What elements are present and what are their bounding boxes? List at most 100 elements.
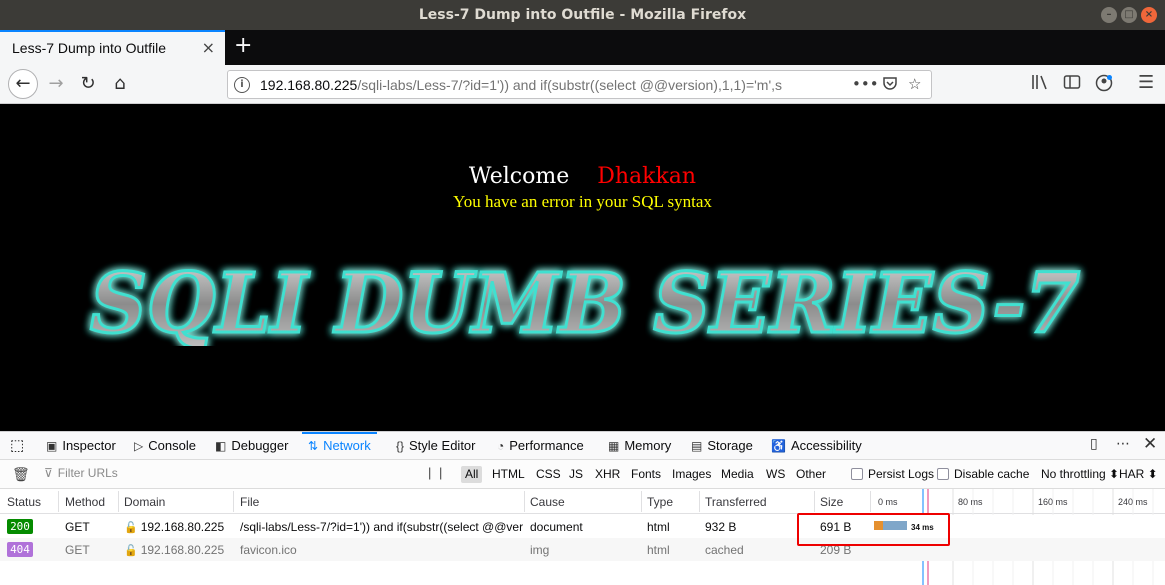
tab-performance[interactable]: ◔ Performance <box>497 432 584 460</box>
window-title: Less-7 Dump into Outfile - Mozilla Firef… <box>418 7 747 23</box>
column-type[interactable]: Type <box>647 495 673 509</box>
maximize-button[interactable]: □ <box>1121 7 1137 23</box>
navigation-toolbar: ← → ↻ ⌂ i 192.168.80.225/sqli-labs/Less-… <box>0 65 1165 104</box>
persist-logs-checkbox[interactable]: Persist Logs <box>851 467 934 481</box>
tab-console[interactable]: ▷ Console <box>134 432 196 460</box>
devtools-toolbar: ⬚ ▣ Inspector ▷ Console ◧ Debugger ⇅ Network… <box>0 432 1165 460</box>
banner-text: SQLI DUMB SERIES-7 <box>90 256 1080 346</box>
column-method[interactable]: Method <box>65 495 105 509</box>
tab-label: Less-7 Dump into Outfile <box>12 40 167 56</box>
disable-cache-box[interactable] <box>937 468 949 480</box>
sidebar-icon[interactable] <box>1063 74 1081 94</box>
window-controls: – □ × <box>1101 7 1157 23</box>
status-badge: 404 <box>7 542 33 557</box>
bookmark-star-icon[interactable]: ☆ <box>908 75 921 93</box>
new-tab-button[interactable]: + <box>234 33 252 58</box>
filter-fonts[interactable]: Fonts <box>627 466 665 483</box>
filter-images[interactable]: Images <box>668 466 715 483</box>
tab-debugger[interactable]: ◧ Debugger <box>215 432 288 460</box>
har-menu[interactable]: HAR ⬍ <box>1119 467 1158 481</box>
row-type: html <box>647 543 670 557</box>
filter-css[interactable]: CSS <box>532 466 565 483</box>
menu-icon[interactable]: ☰ <box>1138 72 1154 93</box>
persist-logs-box[interactable] <box>851 468 863 480</box>
filter-js[interactable]: JS <box>565 466 587 483</box>
url-fade <box>808 71 848 98</box>
row-cause: img <box>530 543 550 557</box>
column-cause[interactable]: Cause <box>530 495 565 509</box>
filter-media[interactable]: Media <box>717 466 758 483</box>
account-icon[interactable] <box>1095 74 1113 96</box>
performance-icon: ◔ <box>497 439 505 453</box>
row-method: GET <box>65 520 90 534</box>
sql-error-message: You have an error in your SQL syntax <box>453 192 712 211</box>
table-row[interactable]: 200 GET 🔓 192.168.80.225 /sqli-labs/Less-… <box>0 515 1165 538</box>
url-host: 192.168.80.225 <box>260 77 358 93</box>
row-domain: 🔓 192.168.80.225 <box>124 543 225 557</box>
url-bar[interactable]: i 192.168.80.225/sqli-labs/Less-7/?id=1'… <box>227 70 932 99</box>
tab-network[interactable]: ⇅ Network <box>302 432 377 460</box>
close-devtools-icon[interactable]: ✕ <box>1143 434 1157 454</box>
insecure-lock-icon: 🔓 <box>124 545 138 557</box>
row-method: GET <box>65 543 90 557</box>
network-filter-bar: 🗑 ⊽ Filter URLs | | All HTML CSS JS XHR F… <box>0 460 1165 489</box>
column-transferred[interactable]: Transferred <box>705 495 767 509</box>
filter-html[interactable]: HTML <box>488 466 529 483</box>
tab-close-icon[interactable]: × <box>202 38 215 57</box>
status-badge: 200 <box>7 519 33 534</box>
column-file[interactable]: File <box>240 495 259 509</box>
welcome-line: Welcome Dhakkan <box>0 164 1165 189</box>
row-domain: 🔓 192.168.80.225 <box>124 520 225 534</box>
row-cause: document <box>530 520 583 534</box>
filter-all[interactable]: All <box>461 466 483 483</box>
minimize-button[interactable]: – <box>1101 7 1117 23</box>
tab-strip: Less-7 Dump into Outfile × + <box>0 30 1165 65</box>
page-actions-icon[interactable]: ••• <box>852 75 879 93</box>
row-transferred: cached <box>705 543 744 557</box>
column-size[interactable]: Size <box>820 495 843 509</box>
tab-accessibility[interactable]: ♿ Accessibility <box>771 432 862 460</box>
accessibility-icon: ♿ <box>771 439 786 453</box>
console-icon: ▷ <box>134 439 144 453</box>
pause-icon[interactable]: | | <box>428 465 444 480</box>
tab-less-7[interactable]: Less-7 Dump into Outfile × <box>0 30 225 65</box>
row-type: html <box>647 520 670 534</box>
dock-icon[interactable]: ▯ <box>1090 436 1098 452</box>
tab-inspector[interactable]: ▣ Inspector <box>46 432 116 460</box>
more-options-icon[interactable]: ⋯ <box>1116 436 1130 452</box>
filter-other[interactable]: Other <box>792 466 830 483</box>
column-status[interactable]: Status <box>7 495 41 509</box>
disable-cache-checkbox[interactable]: Disable cache <box>937 467 1029 481</box>
filter-xhr[interactable]: XHR <box>591 466 624 483</box>
throttling-select[interactable]: No throttling ⬍ <box>1041 467 1119 481</box>
debugger-icon: ◧ <box>215 439 227 453</box>
row-file: favicon.ico <box>240 543 297 557</box>
memory-icon: ▦ <box>608 439 620 453</box>
tab-storage[interactable]: ▤ Storage <box>691 432 753 460</box>
forward-button[interactable]: → <box>42 70 70 98</box>
tab-memory[interactable]: ▦ Memory <box>608 432 671 460</box>
site-info-icon[interactable]: i <box>234 77 250 93</box>
home-button[interactable]: ⌂ <box>106 70 134 98</box>
page-content: Welcome Dhakkan You have an error in your… <box>0 104 1165 431</box>
style-editor-icon: {} <box>396 439 405 453</box>
row-transferred: 932 B <box>705 520 737 534</box>
tab-style-editor[interactable]: {} Style Editor <box>396 432 476 460</box>
reload-button[interactable]: ↻ <box>74 70 102 98</box>
element-picker-icon[interactable]: ⬚ <box>10 432 24 460</box>
back-button[interactable]: ← <box>8 69 38 99</box>
column-domain[interactable]: Domain <box>124 495 165 509</box>
window-titlebar: Less-7 Dump into Outfile - Mozilla Firef… <box>0 0 1165 30</box>
clear-requests-icon[interactable]: 🗑 <box>12 466 30 483</box>
url-text[interactable]: 192.168.80.225/sqli-labs/Less-7/?id=1'))… <box>260 77 845 93</box>
insecure-lock-icon: 🔓 <box>124 522 138 534</box>
pocket-icon[interactable] <box>882 75 898 95</box>
url-path: /sqli-labs/Less-7/?id=1')) and if(substr… <box>357 77 783 93</box>
close-window-button[interactable]: × <box>1141 7 1157 23</box>
devtools-panel: ⬚ ▣ Inspector ▷ Console ◧ Debugger ⇅ Network… <box>0 431 1165 585</box>
sqli-banner-image: SQLI DUMB SERIES-7 <box>89 256 1082 346</box>
filter-ws[interactable]: WS <box>762 466 789 483</box>
filter-urls-input[interactable]: ⊽ Filter URLs <box>44 466 118 480</box>
library-icon[interactable] <box>1031 74 1049 94</box>
table-row[interactable]: 404 GET 🔓 192.168.80.225 favicon.ico img … <box>0 538 1165 561</box>
